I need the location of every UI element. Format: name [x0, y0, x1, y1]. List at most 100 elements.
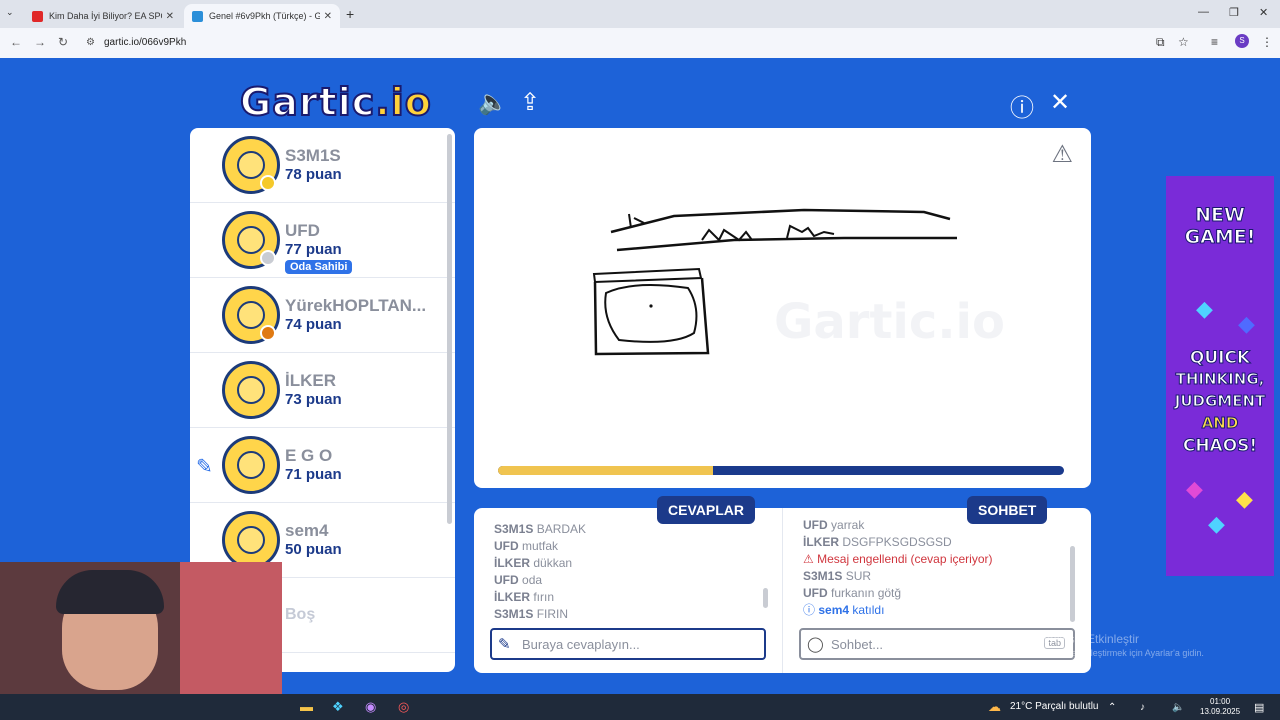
- install-icon[interactable]: ⧉: [1156, 35, 1165, 50]
- chat-message: ⓘ sem4 katıldı: [803, 602, 1073, 619]
- ad-dice-icon: ◆: [1238, 311, 1255, 336]
- answer-input[interactable]: [522, 634, 742, 654]
- message-user: İLKER: [494, 556, 530, 570]
- player-score: 50 puan: [285, 541, 342, 558]
- chat-input[interactable]: [831, 634, 1051, 654]
- back-icon[interactable]: ←: [10, 35, 22, 49]
- sound-icon[interactable]: 🔈: [478, 88, 508, 117]
- drawing-stroke: [610, 208, 951, 234]
- answer-message: İLKER fırın: [494, 589, 764, 606]
- chrome-icon[interactable]: ◎: [398, 699, 409, 715]
- message-user: S3M1S: [494, 607, 534, 621]
- menu-icon[interactable]: ⋮: [1261, 35, 1273, 49]
- microphone-icon[interactable]: ♪: [1140, 702, 1145, 713]
- player-row[interactable]: YürekHOPLTAN... 74 puan: [190, 278, 455, 353]
- player-avatar: [222, 436, 280, 494]
- player-status-dot: [260, 325, 276, 341]
- answers-label: CEVAPLAR: [657, 496, 755, 524]
- media-icon[interactable]: ≡: [1211, 35, 1218, 49]
- message-text: fırın: [533, 590, 555, 604]
- room-owner-badge: Oda Sahibi: [285, 260, 353, 274]
- ad-dice-icon: ◆: [1196, 296, 1213, 321]
- webcam-overlay: [0, 562, 282, 694]
- message-user: UFD: [803, 518, 828, 532]
- avatar-face: [237, 526, 265, 554]
- avatar-face: [237, 301, 265, 329]
- tray-arrow-icon[interactable]: ⌃: [1108, 702, 1116, 713]
- app-icon[interactable]: ❖: [332, 699, 344, 715]
- drawing-pencil-icon: ✎: [196, 456, 213, 478]
- clock-date: 13.09.2025: [1200, 707, 1241, 716]
- close-tab-icon[interactable]: ✕: [324, 11, 332, 22]
- browser-tabbar: ⌄ Kim Daha İyi Biliyor? EA SPORTS ✕ Gene…: [0, 0, 1280, 28]
- message-text: dükkan: [533, 556, 573, 570]
- address-bar: ← → ↻ ⚙ gartic.io/066v9Pkh ⧉ ☆ ≡ S ⋮: [0, 28, 1280, 58]
- answers-scrollbar[interactable]: [763, 588, 768, 608]
- advertisement-banner[interactable]: NEW GAME! QUICK THINKING, JUDGMENT AND C…: [1166, 176, 1274, 576]
- player-list-scrollbar[interactable]: [447, 134, 452, 524]
- player-name: YürekHOPLTAN...: [285, 296, 427, 315]
- message-text: furkanın götğ: [831, 586, 902, 600]
- message-user: S3M1S: [803, 569, 843, 583]
- answer-message: UFD mutfak: [494, 538, 764, 555]
- youtube-favicon-icon: [32, 10, 43, 22]
- taskbar-clock[interactable]: 01:00 13.09.2025: [1200, 697, 1240, 717]
- player-row[interactable]: İLKER 73 puan: [190, 353, 455, 428]
- player-row[interactable]: S3M1S 78 puan: [190, 128, 455, 203]
- answers-panel: CEVAPLAR S3M1S BARDAK UFD mutfak İLKER dük…: [474, 496, 782, 673]
- site-info-icon[interactable]: ⚙: [86, 37, 95, 48]
- profile-avatar[interactable]: S: [1235, 34, 1249, 48]
- message-text: BARDAK: [536, 522, 587, 536]
- windows-activation-title: Windows'u Etkinleştir: [1026, 632, 1139, 646]
- new-tab-icon[interactable]: +: [346, 6, 354, 22]
- answer-message: UFD oda: [494, 572, 764, 589]
- ad-text: QUICK: [1189, 348, 1251, 369]
- webcam-background: [180, 562, 282, 694]
- timer-progress-fill: [498, 466, 714, 475]
- reload-icon[interactable]: ↻: [58, 35, 68, 49]
- drawing-stroke: [616, 236, 957, 252]
- drawing-canvas[interactable]: ⚠ Gartic.io: [474, 128, 1091, 488]
- message-text: katıldı: [852, 603, 885, 617]
- answer-message: S3M1S FIRIN: [494, 606, 764, 623]
- url-field[interactable]: gartic.io/066v9Pkh: [104, 37, 186, 48]
- close-game-icon[interactable]: ✕: [1050, 88, 1070, 117]
- forward-icon[interactable]: →: [34, 35, 46, 49]
- player-row[interactable]: UFD 77 puan Oda Sahibi: [190, 203, 455, 278]
- clock-time: 01:00: [1210, 697, 1231, 706]
- player-avatar: [222, 361, 280, 419]
- answer-input-box[interactable]: ✎: [490, 628, 766, 660]
- player-score: 74 puan: [285, 316, 342, 333]
- avatar-face: [237, 376, 265, 404]
- drawing-stroke: [701, 228, 753, 242]
- chat-message: S3M1S SUR: [803, 568, 1073, 585]
- volume-icon[interactable]: 🔈: [1172, 702, 1184, 713]
- minimize-icon[interactable]: —: [1198, 6, 1209, 18]
- close-window-icon[interactable]: ✕: [1259, 6, 1268, 19]
- answer-message: S3M1S BARDAK: [494, 521, 764, 538]
- share-icon[interactable]: ⇪: [520, 88, 540, 117]
- player-score: 73 puan: [285, 391, 342, 408]
- player-avatar: [222, 511, 280, 569]
- ad-text: AND: [1201, 414, 1239, 433]
- app-icon[interactable]: ◉: [365, 699, 376, 715]
- browser-tab-2[interactable]: Genel #6v9Pkh (Türkçe) - Gartic ✕: [184, 4, 340, 28]
- drawing-stroke: [604, 283, 698, 343]
- tab-search-icon[interactable]: ⌄: [6, 7, 14, 18]
- message-user: UFD: [803, 586, 828, 600]
- notifications-icon[interactable]: ▤: [1254, 701, 1264, 714]
- close-tab-icon[interactable]: ✕: [166, 11, 174, 22]
- file-explorer-icon[interactable]: ▬: [300, 699, 313, 714]
- ad-text: THINKING,: [1175, 370, 1265, 389]
- info-icon[interactable]: ⓘ: [1010, 88, 1034, 123]
- message-user: İLKER: [803, 535, 839, 549]
- player-row[interactable]: ✎ E G O 71 puan: [190, 428, 455, 503]
- browser-tab-1[interactable]: Kim Daha İyi Biliyor? EA SPORTS ✕: [24, 4, 182, 28]
- drawing-stroke: [786, 224, 835, 239]
- weather-text: 21°C Parçalı bulutlu: [1010, 701, 1099, 712]
- bookmark-star-icon[interactable]: ☆: [1178, 35, 1189, 49]
- restore-icon[interactable]: ❐: [1229, 6, 1239, 19]
- message-text: oda: [522, 573, 543, 587]
- chat-scrollbar[interactable]: [1070, 546, 1075, 622]
- player-score: 71 puan: [285, 466, 342, 483]
